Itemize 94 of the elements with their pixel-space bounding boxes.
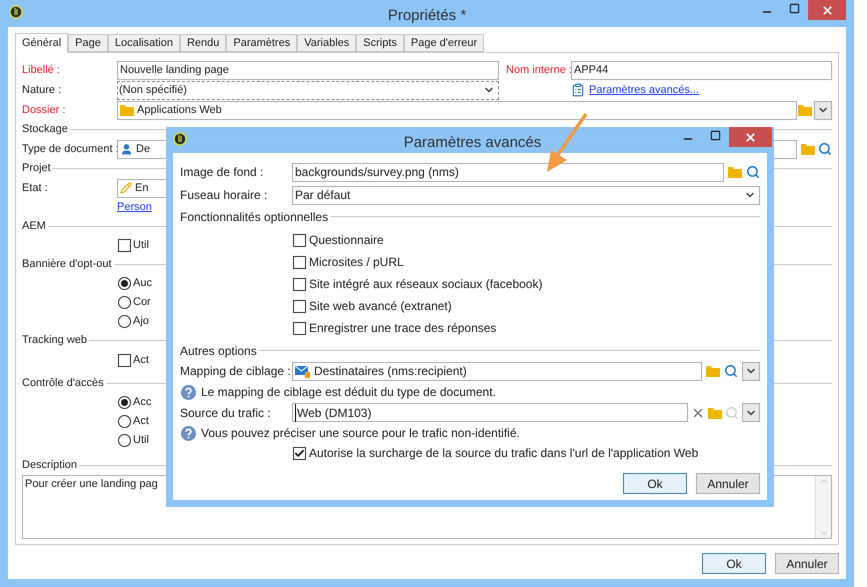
checkbox[interactable] <box>293 300 306 312</box>
radio-label: Ajo <box>133 314 149 330</box>
search-icon[interactable] <box>746 165 760 179</box>
checkbox[interactable] <box>293 322 306 334</box>
checkbox-label: Microsites / pURL <box>309 254 404 271</box>
tab[interactable]: Page d'erreur <box>404 34 484 52</box>
help-icon <box>181 384 196 400</box>
dialog-button[interactable]: Ok <box>623 473 687 494</box>
dialog-button[interactable]: Annuler <box>696 473 760 494</box>
tab[interactable]: Variables <box>297 34 356 52</box>
tab[interactable]: Paramètres <box>226 34 298 52</box>
maximize-button[interactable] <box>710 130 721 141</box>
field-label: Etat : <box>22 182 48 194</box>
section-title: Contrôle d'accès <box>22 376 104 392</box>
field-label: Nom interne : <box>506 64 572 76</box>
section-title: Description <box>22 458 78 474</box>
checkbox-label: Util <box>133 238 149 254</box>
radio-label: Act <box>133 414 149 430</box>
radio-label: Auc <box>133 276 152 292</box>
personalize-link[interactable]: Person <box>117 199 152 216</box>
dialog-title: Paramètres avancés <box>404 133 542 153</box>
radio-label: Util <box>133 433 149 448</box>
field-label: Nature : <box>22 84 62 96</box>
folder-field[interactable]: Applications Web <box>117 100 797 120</box>
radio-button[interactable] <box>118 277 131 290</box>
dropdown-button[interactable] <box>742 362 760 380</box>
advanced-settings-link[interactable]: Paramètres avancés... <box>589 82 700 98</box>
arrow <box>545 112 590 174</box>
tab[interactable]: Page <box>68 34 108 52</box>
section-title: Bannière d'opt-out <box>22 257 112 272</box>
tab[interactable]: Rendu <box>180 34 226 52</box>
maximize-button[interactable] <box>789 3 800 14</box>
hint-text: Vous pouvez préciser une source pour le trafic non-identifié. <box>201 425 520 442</box>
checkbox[interactable] <box>293 446 306 460</box>
radio-label: Cor <box>133 295 151 310</box>
hint-text: Le mapping de ciblage est déduit du type de document. <box>201 384 496 401</box>
timezone-dropdown[interactable]: Par défaut <box>292 186 760 204</box>
field-label: Mapping de ciblage : <box>180 363 292 380</box>
text-field[interactable]: Nouvelle landing page <box>117 60 499 80</box>
checkbox-label: Act <box>133 352 149 368</box>
checkbox-label: Enregistrer une trace des réponses <box>309 320 496 337</box>
section-title: Projet <box>22 161 51 176</box>
app-logo-icon <box>173 132 187 146</box>
checkbox-label: Site web avancé (extranet) <box>309 298 452 315</box>
radio-button[interactable] <box>118 396 131 409</box>
section-title: Autres options <box>180 342 257 360</box>
mapping-field[interactable]: Destinataires (nms:recipient) <box>292 362 702 380</box>
checkbox[interactable] <box>118 239 131 252</box>
envelope-icon <box>295 364 311 378</box>
field-label: Fuseau horaire : <box>180 187 268 204</box>
dialog-button[interactable]: Ok <box>702 553 766 574</box>
close-icon <box>744 130 757 144</box>
image-field[interactable]: backgrounds/survey.png (nms) <box>292 162 724 182</box>
close-icon <box>820 4 834 16</box>
dropdown-button[interactable] <box>814 100 832 120</box>
section-title: Fonctionnalités optionnelles <box>180 208 328 226</box>
dropdown-button[interactable] <box>742 403 760 422</box>
tab[interactable]: Scripts <box>356 34 404 52</box>
dropdown-field[interactable]: (Non spécifié) <box>117 80 499 100</box>
checkbox[interactable] <box>293 256 306 268</box>
tab[interactable]: Général <box>15 33 68 53</box>
radio-button[interactable] <box>118 415 131 428</box>
app-logo-icon <box>9 5 23 19</box>
radio-button[interactable] <box>118 296 131 309</box>
help-icon <box>181 426 196 440</box>
checkbox[interactable] <box>118 354 131 366</box>
checkbox-label: Site intégré aux réseaux sociaux (facebook) <box>309 276 542 293</box>
close-button[interactable] <box>729 127 772 147</box>
pencil-icon <box>120 182 132 194</box>
tab[interactable]: Localisation <box>108 34 180 52</box>
clipboard-icon <box>571 83 585 97</box>
search-icon[interactable] <box>818 142 832 156</box>
search-icon[interactable] <box>724 364 738 378</box>
window-title: Propriétés * <box>388 6 466 26</box>
check-icon <box>294 448 305 458</box>
checkbox[interactable] <box>293 278 306 290</box>
field-label: Libellé : <box>22 64 60 76</box>
section-title: Tracking web <box>22 333 88 348</box>
close-button[interactable] <box>808 0 846 20</box>
field-label: Image de fond : <box>180 164 264 181</box>
radio-label: Acc <box>133 395 152 410</box>
traffic-source-field[interactable]: Web (DM103) <box>292 403 688 422</box>
section-title: Stockage <box>22 122 68 138</box>
field-label: Dossier : <box>22 104 66 116</box>
field-label: Source du trafic : <box>180 404 272 422</box>
checkbox-label: Autorise la surcharge de la source du trafic dans l'url de l'application Web <box>309 445 698 462</box>
person-icon <box>120 142 133 156</box>
checkbox-label: Questionnaire <box>309 232 384 249</box>
text-field[interactable]: APP44 <box>571 60 832 80</box>
dialog-button[interactable]: Annuler <box>775 553 839 574</box>
radio-button[interactable] <box>118 434 131 447</box>
radio-button[interactable] <box>118 315 131 328</box>
section-title: AEM <box>22 219 46 234</box>
checkbox[interactable] <box>293 234 306 246</box>
